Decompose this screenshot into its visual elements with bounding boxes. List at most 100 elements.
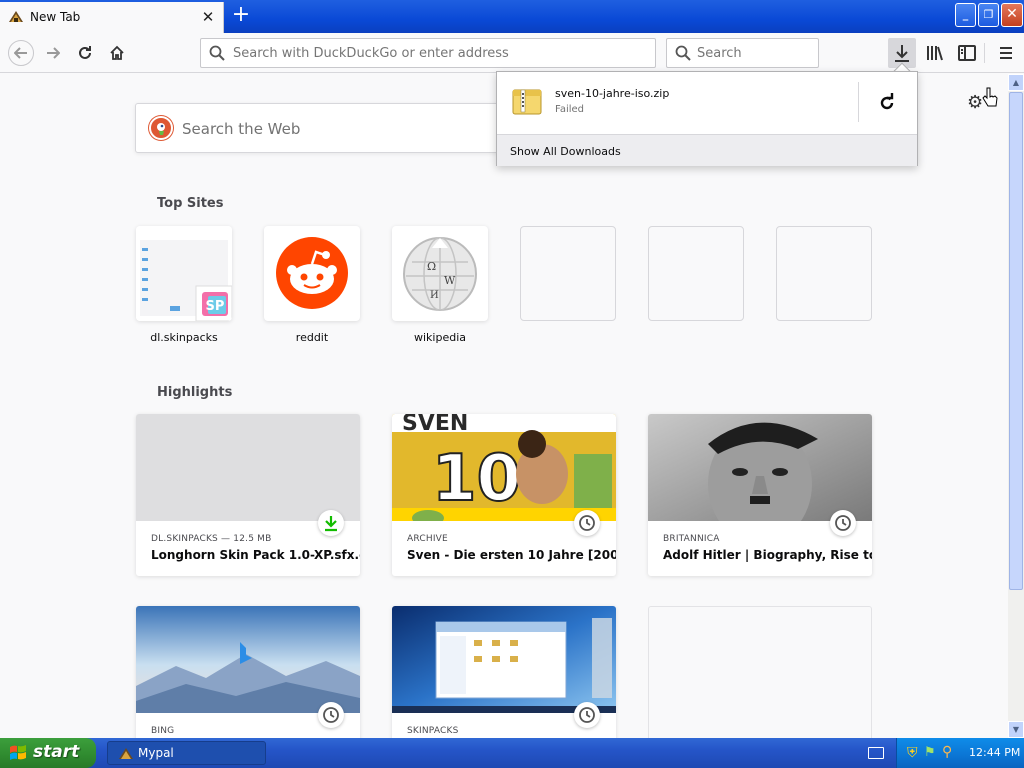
highlight-title: Adolf Hitler | Biography, Rise to … <box>663 548 872 562</box>
highlight-source: BRITANNICA <box>663 534 720 544</box>
svg-text:SVEN: SVEN <box>402 414 468 436</box>
download-status: Failed <box>555 104 585 115</box>
forward-arrow-icon <box>47 47 61 59</box>
history-clock-icon <box>574 702 600 728</box>
show-all-downloads-button[interactable]: Show All Downloads <box>497 134 917 166</box>
navigation-toolbar <box>0 33 1024 73</box>
taskbar-item-label: Mypal <box>138 746 174 760</box>
zip-file-icon <box>512 89 542 115</box>
bing-wallpaper-thumbnail <box>136 606 360 713</box>
url-bar[interactable] <box>200 38 656 68</box>
highlight-source: DL.SKINPACKS — 12.5 MB <box>151 534 272 544</box>
network-icon[interactable]: ⚑ <box>924 745 936 760</box>
home-icon <box>110 45 124 60</box>
sidebar-icon <box>958 45 976 61</box>
tab-close-icon[interactable]: ✕ <box>199 8 217 26</box>
highlight-card[interactable]: BRITANNICA Adolf Hitler | Biography, Ris… <box>648 414 872 576</box>
app-icon <box>119 748 133 759</box>
highlight-title: Sven - Die ersten 10 Jahre [200… <box>407 548 616 562</box>
top-site-tile-reddit[interactable] <box>264 226 360 321</box>
scroll-up-button[interactable]: ▲ <box>1008 74 1024 91</box>
vertical-scrollbar[interactable]: ▲ ▼ <box>1008 74 1024 738</box>
sven-album-thumbnail: SVEN 10 <box>392 414 616 521</box>
reddit-logo-icon <box>276 237 348 309</box>
restore-button[interactable]: ❐ <box>978 3 999 27</box>
gear-icon[interactable]: ⚙ <box>967 92 983 113</box>
download-file-name[interactable]: sven-10-jahre-iso.zip <box>555 87 669 100</box>
new-tab-button[interactable]: + <box>229 4 253 28</box>
security-shield-icon[interactable]: ⛨ <box>907 745 918 761</box>
download-icon <box>318 510 344 536</box>
home-button[interactable] <box>105 41 129 65</box>
library-button[interactable] <box>923 41 947 65</box>
web-search-input[interactable]: Search the Web <box>182 120 300 138</box>
top-site-label[interactable]: wikipedia <box>392 331 488 344</box>
top-site-tile-dl-skinpacks[interactable]: SP <box>136 226 232 321</box>
history-clock-icon <box>574 510 600 536</box>
top-site-tile-wikipedia[interactable]: Ω W И <box>392 226 488 321</box>
url-input[interactable] <box>233 46 633 61</box>
skinpack-screenshot-thumbnail <box>392 606 616 713</box>
reload-button[interactable] <box>73 41 97 65</box>
history-clock-icon <box>830 510 856 536</box>
download-separator <box>858 82 859 122</box>
minimize-button[interactable]: _ <box>955 3 976 27</box>
start-button[interactable]: start <box>0 738 96 768</box>
highlight-source: ARCHIVE <box>407 534 448 544</box>
scroll-down-button[interactable]: ▼ <box>1008 721 1024 738</box>
highlight-source: BING <box>151 726 175 736</box>
svg-text:W: W <box>444 274 456 287</box>
search-icon <box>209 45 225 61</box>
taskbar-item-mypal[interactable]: Mypal <box>107 741 266 765</box>
toolbar-separator <box>984 43 985 63</box>
windows-flag-icon <box>10 745 26 760</box>
highlight-card[interactable]: DL.SKINPACKS — 12.5 MB Longhorn Skin Pac… <box>136 414 360 576</box>
clock[interactable]: 12:44 PM <box>969 746 1020 759</box>
search-input[interactable] <box>697 46 807 61</box>
search-tray-icon[interactable]: ⚲ <box>942 744 952 760</box>
highlight-card-empty <box>648 606 872 738</box>
svg-text:SP: SP <box>206 299 225 314</box>
svg-text:Ω: Ω <box>427 260 436 273</box>
top-site-label[interactable]: reddit <box>264 331 360 344</box>
scroll-thumb[interactable] <box>1009 92 1023 590</box>
keyboard-icon[interactable] <box>868 747 884 759</box>
top-site-tile-empty[interactable] <box>648 226 744 321</box>
forward-button[interactable] <box>41 41 65 65</box>
top-site-label[interactable]: dl.skinpacks <box>136 331 232 344</box>
top-sites-heading: Top Sites <box>157 196 224 211</box>
search-bar[interactable] <box>666 38 819 68</box>
highlight-card[interactable]: SKINPACKS <box>392 606 616 738</box>
tab-new-tab[interactable]: New Tab ✕ <box>0 2 224 33</box>
sidebar-button[interactable] <box>955 41 979 65</box>
highlight-source: SKINPACKS <box>407 726 459 736</box>
show-all-downloads-label: Show All Downloads <box>510 145 621 158</box>
retry-icon <box>880 93 894 110</box>
hamburger-menu-icon <box>1000 47 1012 59</box>
reload-icon <box>79 46 91 59</box>
hand-cursor-icon <box>982 87 998 107</box>
highlight-card[interactable]: SVEN 10 ARCHIVE Sven - Die ersten 10 Jah… <box>392 414 616 576</box>
new-tab-page: Search the Web ⚙ Top Sites SP Ω W И dl.s… <box>0 74 1008 738</box>
duckduckgo-logo-icon <box>149 116 173 140</box>
library-icon <box>927 46 943 61</box>
highlight-card[interactable]: BING <box>136 606 360 738</box>
svg-text:10: 10 <box>432 442 521 516</box>
svg-text:И: И <box>430 290 439 301</box>
portrait-thumbnail <box>648 414 872 521</box>
highlight-title: Longhorn Skin Pack 1.0-XP.sfx.e… <box>151 548 360 562</box>
taskbar: start Mypal ⛨ ⚑ ⚲ 12:44 PM <box>0 738 1024 768</box>
highlight-thumbnail <box>136 414 360 521</box>
menu-button[interactable] <box>994 41 1018 65</box>
top-site-tile-empty[interactable] <box>776 226 872 321</box>
retry-download-button[interactable] <box>875 91 899 115</box>
back-button[interactable] <box>8 40 34 66</box>
tab-title: New Tab <box>30 10 81 24</box>
close-window-button[interactable]: ✕ <box>1001 3 1023 27</box>
top-site-tile-empty[interactable] <box>520 226 616 321</box>
highlights-heading: Highlights <box>157 385 233 400</box>
search-icon <box>675 45 691 61</box>
downloads-panel: sven-10-jahre-iso.zip Failed Show All Do… <box>496 71 918 166</box>
system-tray: ⛨ ⚑ ⚲ 12:44 PM <box>896 738 1024 768</box>
app-icon <box>9 11 23 22</box>
